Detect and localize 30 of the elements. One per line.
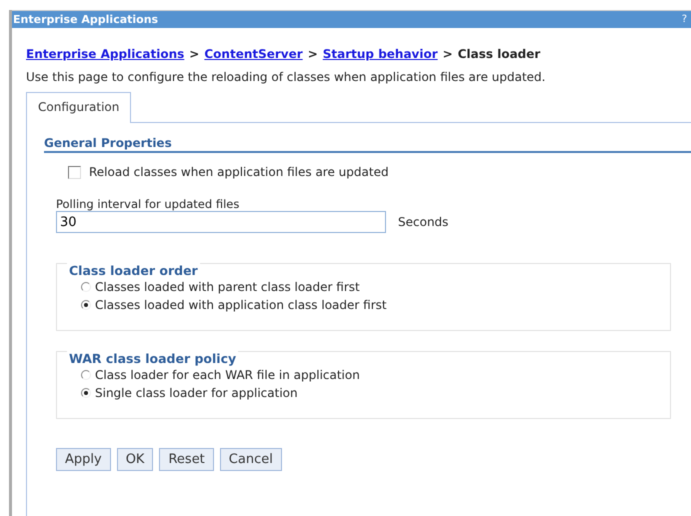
radio-button[interactable] bbox=[81, 300, 91, 310]
radio-button[interactable] bbox=[81, 370, 91, 380]
form-button[interactable]: Cancel bbox=[220, 448, 282, 471]
checkbox-label: Reload classes when application files are updated bbox=[89, 165, 389, 179]
radio-button[interactable] bbox=[81, 282, 91, 292]
form-button[interactable]: Apply bbox=[56, 448, 111, 471]
breadcrumb-separator: > bbox=[308, 47, 318, 61]
page-description: Use this page to configure the reloading of classes when application files are updated. bbox=[26, 70, 546, 84]
radio-label: Class loader for each WAR file in application bbox=[95, 367, 360, 384]
breadcrumb-separator: > bbox=[442, 47, 453, 61]
radio-label: Classes loaded with application class loader first bbox=[95, 297, 387, 314]
checkbox[interactable] bbox=[68, 166, 81, 178]
tab[interactable]: Configuration bbox=[26, 92, 132, 123]
form-button[interactable]: OK bbox=[116, 448, 154, 471]
window-title: Enterprise Applications bbox=[13, 13, 158, 26]
radio-label: Single class loader for application bbox=[95, 385, 298, 402]
radio-label: Classes loaded with parent class loader first bbox=[95, 279, 360, 296]
section-heading: General Properties bbox=[44, 136, 691, 153]
input-field[interactable]: 30 bbox=[56, 211, 386, 233]
form-button[interactable]: Reset bbox=[159, 448, 214, 471]
breadcrumb-current: Class loader bbox=[458, 47, 540, 61]
unit-label: Seconds bbox=[398, 215, 448, 229]
fieldset-legend: Class loader order bbox=[67, 263, 200, 278]
breadcrumb-link[interactable]: Enterprise Applications bbox=[26, 47, 184, 61]
fieldset-legend: WAR class loader policy bbox=[67, 351, 238, 366]
breadcrumb-separator: > bbox=[189, 47, 200, 61]
field-label: Polling interval for updated files bbox=[56, 197, 240, 211]
breadcrumb-link[interactable]: Startup behavior bbox=[322, 47, 438, 61]
radio-button[interactable] bbox=[81, 388, 91, 398]
breadcrumb-link[interactable]: ContentServer bbox=[204, 47, 303, 61]
